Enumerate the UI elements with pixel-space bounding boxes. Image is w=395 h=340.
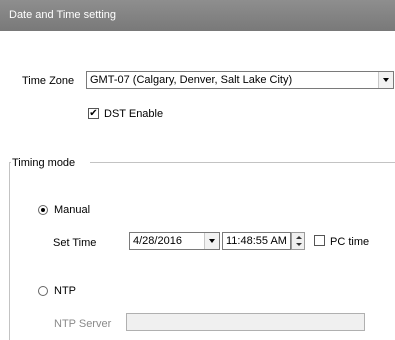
- ntp-server-label: NTP Server: [54, 318, 112, 330]
- time-zone-label: Time Zone: [22, 75, 75, 87]
- dst-enable-label: DST Enable: [104, 108, 164, 120]
- spin-down-icon[interactable]: [296, 243, 302, 246]
- date-picker[interactable]: 4/28/2016: [129, 232, 220, 250]
- pc-time-label: PC time: [330, 236, 370, 248]
- date-value: 4/28/2016: [133, 235, 182, 247]
- ntp-label: NTP: [54, 285, 76, 297]
- manual-label: Manual: [54, 204, 91, 216]
- time-input[interactable]: 11:48:55 AM: [222, 232, 291, 250]
- time-value: 11:48:55 AM: [226, 235, 287, 247]
- date-dropdown-button[interactable]: [204, 233, 219, 249]
- group-border-left: [9, 162, 10, 340]
- time-zone-select[interactable]: GMT-07 (Calgary, Denver, Salt Lake City): [86, 71, 394, 89]
- group-border-top-right: [90, 162, 395, 163]
- chevron-down-icon: [383, 78, 389, 82]
- chevron-down-icon: [209, 239, 215, 243]
- spin-up-icon[interactable]: [296, 236, 302, 239]
- ntp-radio[interactable]: [38, 286, 48, 296]
- manual-radio[interactable]: [38, 205, 48, 215]
- time-zone-dropdown-button[interactable]: [378, 72, 393, 88]
- page-title: Date and Time setting: [9, 9, 117, 21]
- time-spinner[interactable]: [291, 232, 305, 250]
- ntp-server-input[interactable]: [126, 313, 365, 331]
- time-zone-selected-value: GMT-07 (Calgary, Denver, Salt Lake City): [90, 74, 293, 86]
- radio-selected-dot: [41, 208, 45, 212]
- pc-time-checkbox[interactable]: [314, 235, 325, 246]
- dst-enable-checkbox[interactable]: ✔: [88, 108, 99, 119]
- page-header: Date and Time setting: [0, 0, 395, 31]
- timing-mode-legend: Timing mode: [12, 157, 76, 169]
- set-time-label: Set Time: [53, 237, 97, 249]
